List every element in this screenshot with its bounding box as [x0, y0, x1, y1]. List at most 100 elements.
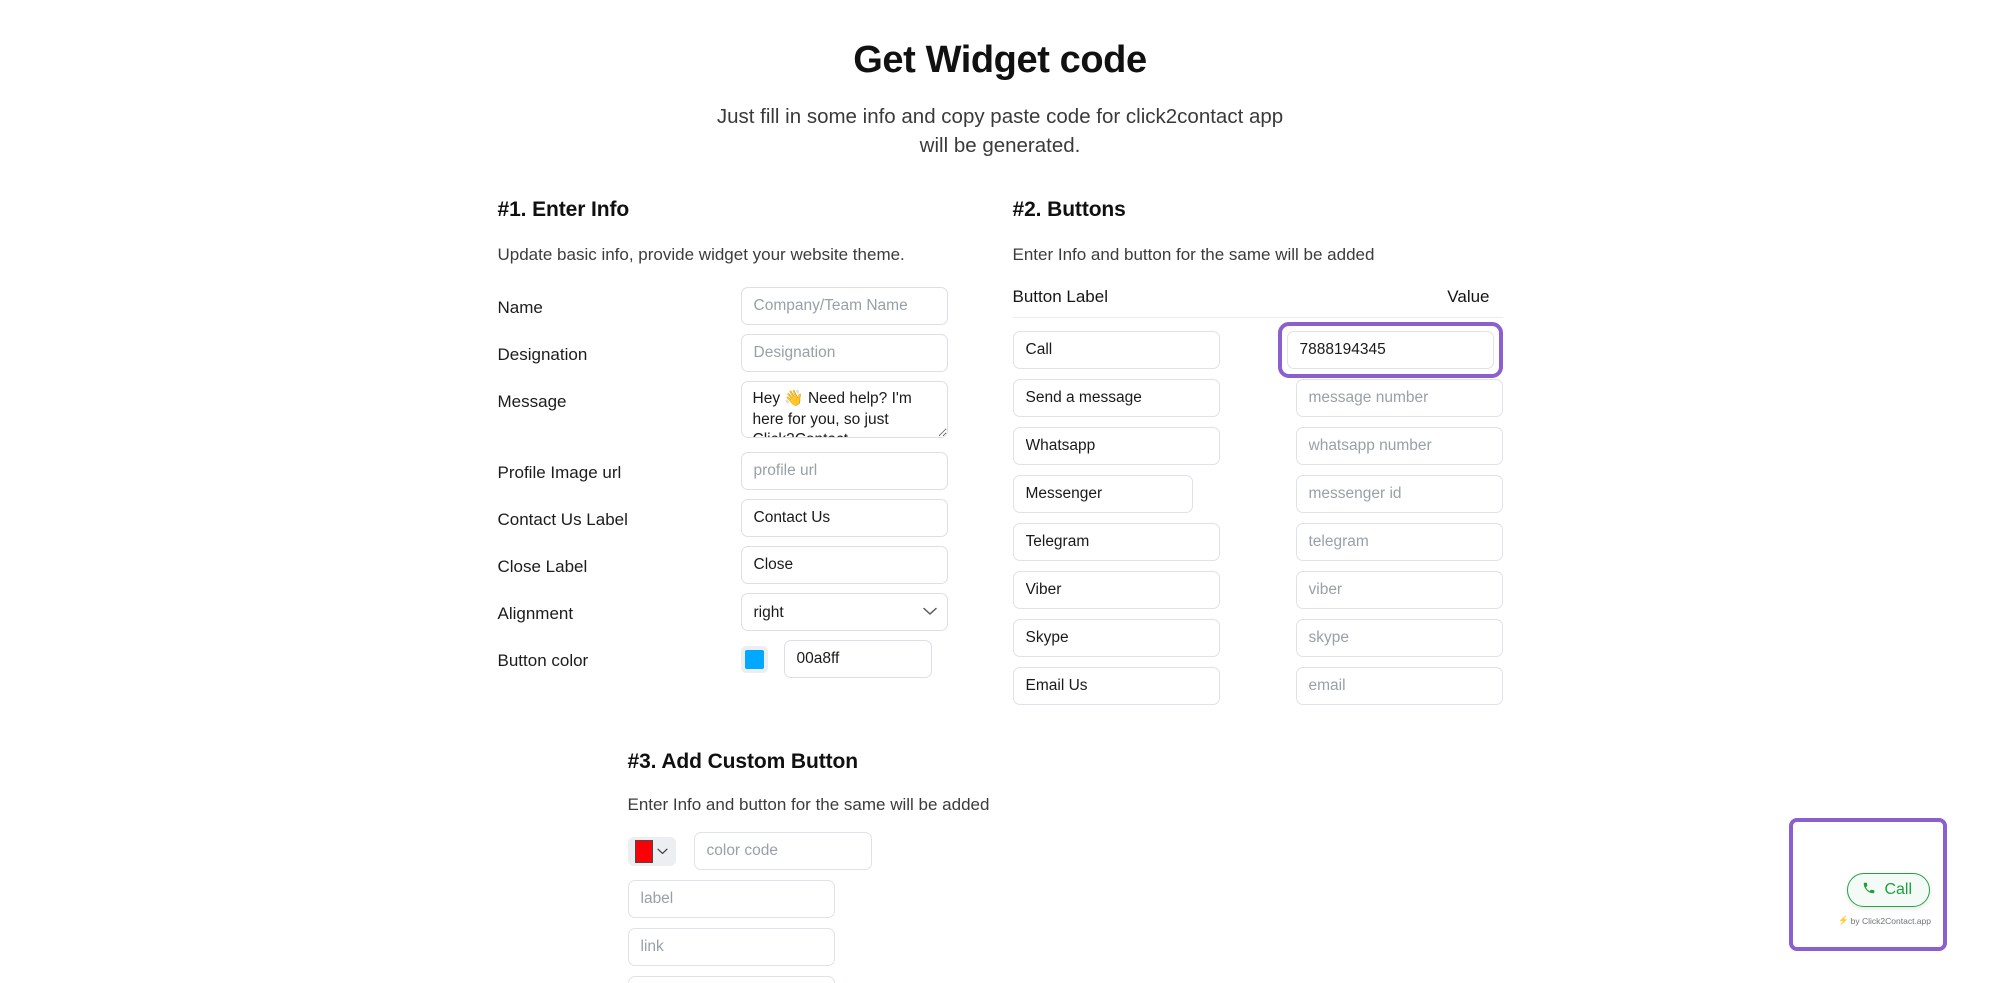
custom-extra-input[interactable]: [627, 976, 835, 983]
custom-color-swatch: [635, 839, 653, 863]
button-color-swatch-fill: [744, 649, 764, 669]
label-message: Message: [497, 392, 567, 411]
enter-info-form: Name Designation Message Hey 👋 Need help…: [498, 287, 988, 678]
section3-subtitle: Enter Info and button for the same will …: [627, 795, 990, 814]
button-label-cell: [1012, 331, 1263, 369]
form-row-contact-us-label: Contact Us Label: [498, 499, 988, 537]
button-value-input[interactable]: [1295, 667, 1503, 705]
table-row: [1012, 518, 1503, 566]
button-label-cell: [1012, 667, 1263, 705]
section-buttons: #2. Buttons Enter Info and button for th…: [1012, 198, 1503, 710]
table-row: [1012, 422, 1503, 470]
label-designation: Designation: [497, 345, 588, 364]
preview-call-label: Call: [1884, 881, 1912, 898]
button-value-cell: [1263, 475, 1503, 513]
button-label-cell: [1012, 427, 1263, 465]
form-row-designation: Designation: [498, 334, 988, 372]
close-label-input[interactable]: [740, 546, 948, 584]
custom-color-code-input[interactable]: [693, 832, 872, 870]
alignment-select[interactable]: right: [740, 593, 948, 631]
alignment-select-wrap: right: [740, 593, 948, 631]
button-value-cell: [1263, 427, 1503, 465]
button-value-cell: [1263, 667, 1503, 705]
column-header-button-label: Button Label: [1012, 287, 1108, 306]
custom-button-fields: [627, 832, 1503, 983]
form-row-close-label: Close Label: [498, 546, 988, 584]
chevron-down-icon: [657, 842, 668, 860]
label-alignment: Alignment: [497, 604, 574, 623]
button-label-input[interactable]: [1012, 475, 1193, 513]
button-value-input[interactable]: [1295, 619, 1503, 657]
form-row-button-color: Button color: [498, 640, 988, 678]
table-divider: [1012, 317, 1503, 318]
button-label-input[interactable]: [1012, 619, 1220, 657]
designation-input[interactable]: [740, 334, 948, 372]
label-name: Name: [497, 298, 543, 317]
button-color-swatch[interactable]: [740, 645, 768, 673]
button-value-input[interactable]: [1295, 523, 1503, 561]
button-label-input[interactable]: [1012, 427, 1220, 465]
message-textarea[interactable]: Hey 👋 Need help? I'm here for you, so ju…: [740, 381, 948, 438]
custom-color-picker[interactable]: [627, 836, 676, 866]
label-contact-us: Contact Us Label: [497, 510, 628, 529]
label-close: Close Label: [497, 557, 588, 576]
highlight-outline: [1277, 322, 1503, 378]
table-row: [1012, 322, 1503, 378]
table-row: [1012, 614, 1503, 662]
buttons-table-header: Button Label Value: [1013, 287, 1503, 317]
label-button-color: Button color: [497, 651, 589, 670]
preview-call-button[interactable]: Call: [1847, 873, 1930, 907]
button-label-input[interactable]: [1012, 667, 1220, 705]
form-row-message: Message Hey 👋 Need help? I'm here for yo…: [498, 381, 988, 443]
phone-icon: [1862, 881, 1876, 900]
button-value-input[interactable]: [1295, 475, 1503, 513]
button-value-input[interactable]: [1295, 571, 1503, 609]
button-value-input[interactable]: [1295, 379, 1503, 417]
section2-subtitle: Enter Info and button for the same will …: [1012, 245, 1375, 264]
button-value-cell: [1263, 322, 1503, 378]
button-value-cell: [1263, 523, 1503, 561]
button-label-input[interactable]: [1012, 571, 1220, 609]
button-label-cell: [1012, 523, 1263, 561]
section-enter-info: #1. Enter Info Update basic info, provid…: [498, 198, 988, 710]
button-value-input[interactable]: [1286, 331, 1494, 369]
label-profile-image-url: Profile Image url: [497, 463, 622, 482]
field-wrap-profile-image-url: [740, 452, 988, 490]
column-header-value: Value: [1447, 287, 1490, 306]
profile-url-input[interactable]: [740, 452, 948, 490]
button-value-cell: [1263, 379, 1503, 417]
button-label-cell: [1012, 571, 1263, 609]
custom-link-input[interactable]: [627, 928, 835, 966]
section3-heading: #3. Add Custom Button: [627, 750, 859, 773]
custom-color-row: [627, 832, 1503, 870]
widget-preview: Call ⚡ by Click2Contact.app: [1789, 818, 1947, 951]
button-label-input[interactable]: [1012, 331, 1220, 369]
button-color-row: [740, 640, 988, 678]
button-value-cell: [1263, 571, 1503, 609]
custom-label-input[interactable]: [627, 880, 835, 918]
section1-subtitle: Update basic info, provide widget your w…: [497, 245, 905, 264]
page-header: Get Widget code Just fill in some info a…: [0, 0, 2000, 161]
buttons-rows-container: [1012, 322, 1503, 710]
page-title: Get Widget code: [853, 39, 1147, 81]
contact-us-label-input[interactable]: [740, 499, 948, 537]
field-wrap-name: [740, 287, 988, 325]
form-row-alignment: Alignment right: [498, 593, 988, 631]
section2-heading: #2. Buttons: [1012, 198, 1126, 221]
button-value-input[interactable]: [1295, 427, 1503, 465]
button-color-input[interactable]: [783, 640, 932, 678]
field-wrap-message: Hey 👋 Need help? I'm here for you, so ju…: [740, 381, 988, 443]
field-wrap-button-color: [740, 640, 988, 678]
button-label-input[interactable]: [1012, 379, 1220, 417]
bolt-icon: ⚡: [1838, 915, 1849, 925]
form-row-name: Name: [498, 287, 988, 325]
button-label-cell: [1012, 475, 1263, 513]
buttons-table: Button Label Value: [1012, 287, 1503, 710]
button-label-cell: [1012, 379, 1263, 417]
page-subtitle: Just fill in some info and copy paste co…: [716, 104, 1284, 158]
button-value-cell: [1263, 619, 1503, 657]
widget-code-page: Get Widget code Just fill in some info a…: [0, 0, 2000, 983]
table-row: [1012, 374, 1503, 422]
button-label-input[interactable]: [1012, 523, 1220, 561]
name-input[interactable]: [740, 287, 948, 325]
